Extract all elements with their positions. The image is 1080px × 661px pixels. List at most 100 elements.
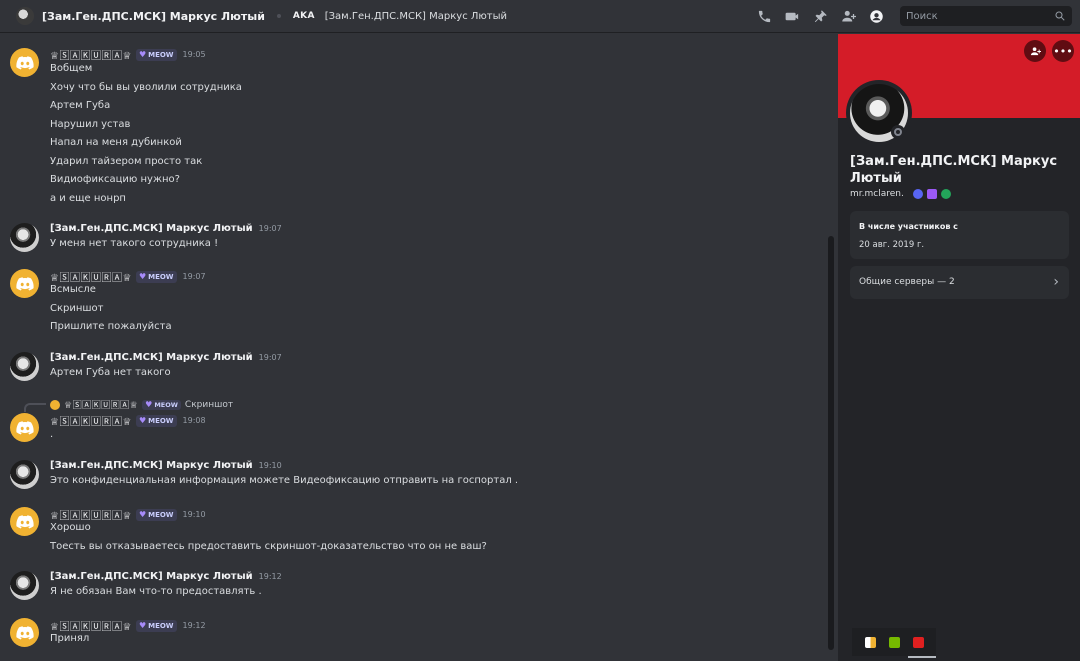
discord-logo-icon (15, 276, 34, 290)
message-text: Артем Губа нет такого (50, 367, 171, 378)
message-text: Ударил тайзером просто так (50, 156, 203, 167)
search-icon (1055, 11, 1065, 21)
add-friend-icon[interactable] (1024, 40, 1046, 62)
message-text: Нарушил устав (50, 119, 131, 130)
message-list[interactable]: ♕🅂🄰🄺🅄🅁🄰♕ ♥ MEOW 19:05 Вобщем Хочу что бы … (0, 34, 838, 661)
timestamp: 19:12 (182, 621, 206, 630)
header-separator (276, 14, 281, 18)
avatar[interactable] (10, 460, 39, 489)
username[interactable]: ♕🅂🄰🄺🅄🅁🄰♕ (50, 413, 132, 428)
discord-logo-icon (15, 55, 34, 69)
active-developer-badge-icon[interactable] (940, 189, 951, 199)
discord-logo-icon (15, 420, 34, 434)
message-text: Вобщем (50, 63, 93, 74)
avatar[interactable] (10, 507, 39, 536)
chevron-right-icon: › (1053, 274, 1059, 290)
reply-reference[interactable]: ♕🅂🄰🄺🅄🅁🄰♕ ♥ MEOW Скриншот (50, 398, 233, 411)
reply-spine (24, 403, 46, 412)
username[interactable]: ♕🅂🄰🄺🅄🅁🄰♕ (50, 618, 132, 633)
search-box[interactable] (900, 6, 1072, 26)
server-tag: ♥ MEOW (135, 270, 177, 283)
message-text: Хорошо (50, 522, 91, 533)
message-text: Это конфиденциальная информация можете В… (50, 475, 519, 486)
scrollbar-thumb[interactable] (828, 236, 834, 650)
add-friend-icon[interactable] (834, 5, 862, 27)
message-text: Видиофиксацию нужно? (50, 174, 180, 185)
profile-display-name: [Зам.Ген.ДПС.МСК] Маркус Лютый (850, 154, 1058, 186)
avatar[interactable] (10, 269, 39, 298)
username[interactable]: ♕🅂🄰🄺🅄🅁🄰♕ (50, 269, 132, 284)
avatar[interactable] (10, 352, 39, 381)
server-tag: ♥ MEOW (135, 508, 177, 521)
discord-logo-icon (15, 514, 34, 528)
message-text: Напал на меня дубинкой (50, 137, 182, 148)
top-bar: [Зам.Ген.ДПС.МСК] Маркус Лютый AKA [Зам.… (0, 0, 1080, 33)
server-tag: ♥ MEOW (142, 399, 181, 410)
message-text: Всмысле (50, 284, 96, 295)
tag-text: MEOW (148, 510, 174, 519)
server-tag: ♥ MEOW (135, 48, 177, 61)
avatar[interactable] (10, 571, 39, 600)
timestamp: 19:08 (182, 416, 206, 425)
profile-username[interactable]: mr.mclaren. (850, 189, 904, 199)
reply-username: ♕🅂🄰🄺🅄🅁🄰♕ (64, 401, 139, 411)
tag-text: MEOW (148, 621, 174, 630)
user-profile-panel: ••• [Зам.Ген.ДПС.МСК] Маркус Лютый mr.mc… (838, 34, 1080, 661)
avatar[interactable] (10, 48, 39, 77)
timestamp: 19:05 (182, 50, 206, 59)
timestamp: 19:12 (258, 572, 282, 581)
username[interactable]: [Зам.Ген.ДПС.МСК] Маркус Лютый (50, 460, 253, 471)
member-since-label: В числе участников с (859, 222, 958, 231)
offline-status-icon (891, 125, 905, 139)
tray-active-indicator (908, 656, 936, 658)
message-text: Тоесть вы отказываетесь предоставить скр… (50, 541, 487, 552)
avatar[interactable] (10, 618, 39, 647)
username[interactable]: [Зам.Ген.ДПС.МСК] Маркус Лютый (50, 571, 253, 582)
reply-avatar (50, 399, 60, 410)
search-input[interactable] (906, 10, 1054, 22)
avatar[interactable] (10, 223, 39, 252)
timestamp: 19:10 (182, 510, 206, 519)
pin-icon[interactable] (806, 5, 834, 27)
aka-name: [Зам.Ген.ДПС.МСК] Маркус Лютый (324, 10, 508, 22)
username[interactable]: [Зам.Ген.ДПС.МСК] Маркус Лютый (50, 223, 253, 234)
message-text: а и еще нонрп (50, 193, 126, 204)
username[interactable]: [Зам.Ген.ДПС.МСК] Маркус Лютый (50, 352, 253, 363)
message-text: Принял (50, 633, 90, 644)
message-text: Я не обязан Вам что-то предоставлять . (50, 586, 262, 597)
message-text: . (50, 429, 54, 440)
tag-text: MEOW (148, 50, 174, 59)
mutual-servers-button[interactable]: Общие серверы — 2 › (850, 266, 1069, 299)
timestamp: 19:10 (258, 461, 282, 470)
hypesquad-badge-icon[interactable] (926, 189, 937, 199)
message-text: Пришлите пожалуйста (50, 321, 172, 332)
avatar[interactable] (10, 413, 39, 442)
timestamp: 19:07 (258, 224, 282, 233)
mutual-servers-label: Общие серверы — 2 (859, 277, 955, 287)
server-tag: ♥ MEOW (135, 414, 177, 427)
shield-icon[interactable] (864, 636, 876, 648)
message-text: Артем Губа (50, 100, 111, 111)
phone-call-icon[interactable] (750, 5, 778, 27)
dm-title: [Зам.Ген.ДПС.МСК] Маркус Лютый (42, 9, 265, 23)
timestamp: 19:07 (182, 272, 206, 281)
message-text: Скриншот (50, 303, 104, 314)
tag-text: MEOW (154, 400, 178, 409)
user-profile-icon[interactable] (862, 5, 890, 27)
message-text: У меня нет такого сотрудника ! (50, 238, 219, 249)
username[interactable]: ♕🅂🄰🄺🅄🅁🄰♕ (50, 47, 132, 62)
tag-text: MEOW (148, 416, 174, 425)
antivirus-icon[interactable] (912, 636, 924, 648)
more-options-icon[interactable]: ••• (1052, 40, 1074, 62)
discord-logo-icon (15, 625, 34, 639)
username[interactable]: ♕🅂🄰🄺🅄🅁🄰♕ (50, 507, 132, 522)
member-since-card: В числе участников с 20 авг. 2019 г. (850, 211, 1069, 259)
video-call-icon[interactable] (778, 5, 806, 27)
server-tag: ♥ MEOW (135, 619, 177, 632)
tag-text: MEOW (148, 272, 174, 281)
timestamp: 19:07 (258, 353, 282, 362)
nitro-badge-icon[interactable] (912, 189, 923, 199)
member-since-value: 20 авг. 2019 г. (859, 240, 925, 250)
reply-text: Скриншот (184, 399, 234, 410)
nvidia-icon[interactable] (888, 636, 900, 648)
